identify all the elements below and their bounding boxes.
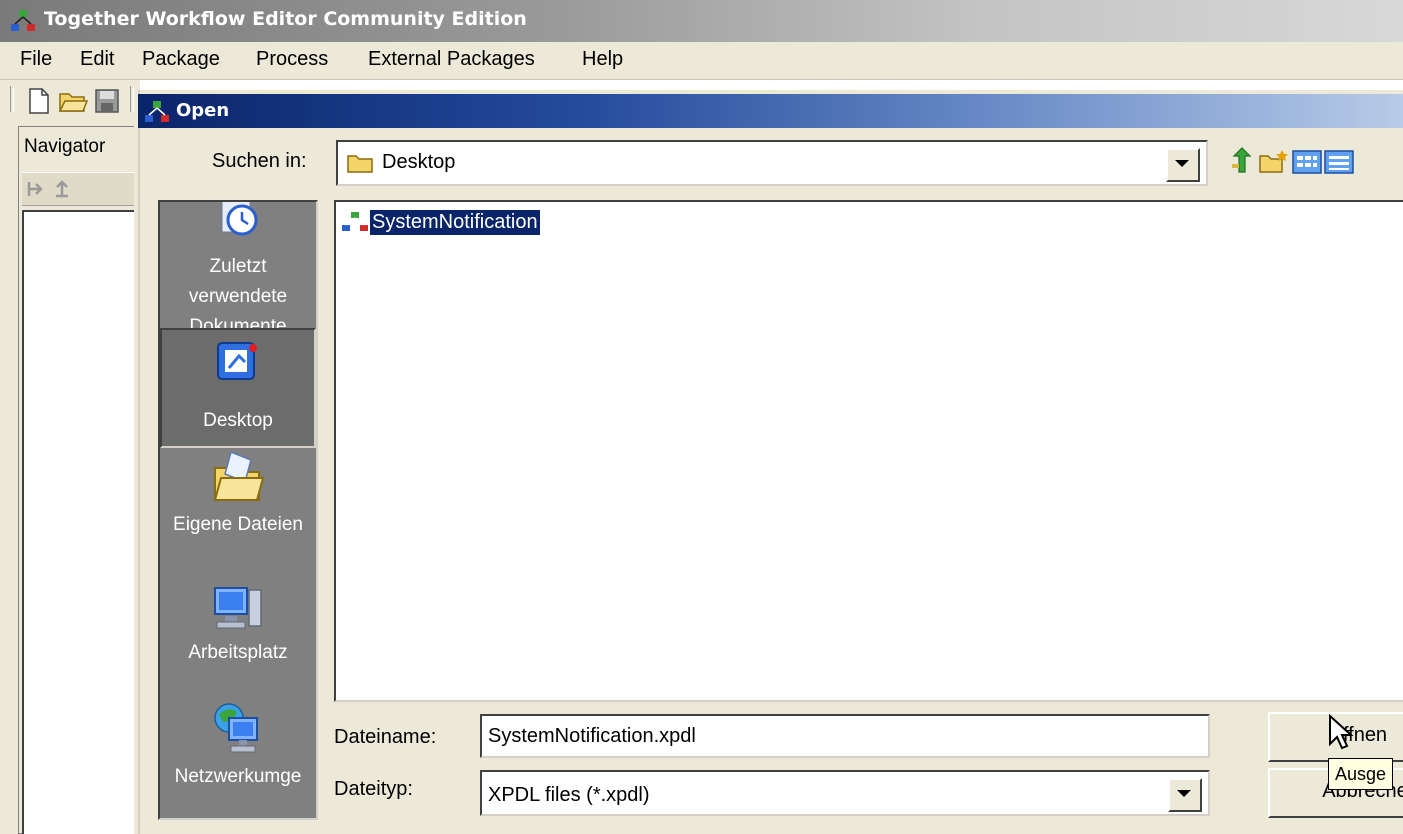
file-list[interactable]	[334, 200, 1403, 702]
toolbar-separator	[130, 86, 134, 112]
filetype-value: XPDL files (*.xpdl)	[488, 784, 650, 806]
filetype-label: Dateityp:	[334, 778, 413, 800]
up-icon[interactable]	[52, 179, 72, 199]
window-title: Together Workflow Editor Community Editi…	[44, 8, 527, 30]
place-desktop-label: Desktop	[203, 410, 273, 431]
up-folder-icon[interactable]	[1230, 146, 1254, 174]
menu-help[interactable]: Help	[582, 48, 623, 71]
list-view-icon[interactable]	[1292, 150, 1322, 174]
menu-process[interactable]: Process	[256, 48, 328, 71]
recent-documents-icon	[221, 202, 258, 236]
workflow-icon	[342, 212, 368, 231]
navigator-title: Navigator	[24, 136, 106, 157]
dialog-titlebar[interactable]	[138, 94, 1403, 128]
new-icon[interactable]	[28, 88, 50, 114]
details-view-icon[interactable]	[1324, 150, 1354, 174]
place-my-documents[interactable]: Eigene Dateien	[160, 448, 316, 578]
toolbar	[0, 80, 140, 122]
open-folder-icon[interactable]	[58, 88, 88, 114]
place-my-computer[interactable]: Arbeitsplatz	[160, 582, 316, 682]
menu-edit[interactable]: Edit	[80, 48, 114, 71]
places-bar: Zuletzt verwendete Dokumente Desktop Eig…	[158, 200, 318, 820]
dialog-title: Open	[176, 100, 230, 121]
look-in-combo[interactable]	[336, 140, 1208, 186]
menu-package[interactable]: Package	[142, 48, 220, 71]
navigator-tree[interactable]	[22, 210, 134, 834]
save-icon[interactable]	[94, 88, 120, 114]
look-in-value: Desktop	[382, 151, 456, 173]
file-name: SystemNotification	[370, 209, 540, 235]
chevron-down-icon[interactable]	[1168, 778, 1202, 812]
mouse-cursor-icon	[1329, 714, 1354, 750]
place-network-label: Netzwerkumge	[174, 766, 302, 787]
filename-label: Dateiname:	[334, 726, 437, 748]
network-icon	[214, 703, 258, 753]
place-network[interactable]: Netzwerkumge	[160, 700, 316, 818]
place-desktop[interactable]: Desktop	[160, 328, 316, 448]
place-recent[interactable]: Zuletzt verwendete Dokumente	[160, 202, 316, 337]
desktop-icon	[217, 342, 257, 380]
filename-input[interactable]	[480, 714, 1210, 758]
menu-file[interactable]: File	[20, 48, 52, 71]
chevron-down-icon[interactable]	[1166, 148, 1200, 182]
forward-icon[interactable]	[26, 179, 46, 199]
tooltip: Ausge	[1328, 758, 1394, 790]
place-my-documents-label: Eigene Dateien	[173, 514, 303, 535]
place-my-computer-label: Arbeitsplatz	[188, 642, 288, 663]
toolbar-grip	[10, 86, 14, 112]
navigator-toolbar	[22, 172, 134, 206]
folder-icon	[347, 155, 373, 173]
my-computer-icon	[214, 587, 262, 629]
dialog-toolbar	[1226, 142, 1356, 178]
new-folder-icon[interactable]	[1258, 148, 1288, 174]
dialog-icon	[145, 101, 169, 122]
menu-external-packages[interactable]: External Packages	[368, 48, 535, 71]
app-icon	[11, 10, 35, 31]
menu-bar: File Edit Package Process External Packa…	[0, 42, 1403, 80]
look-in-label: Suchen in:	[212, 150, 307, 172]
my-documents-icon	[213, 450, 265, 501]
file-item[interactable]: SystemNotification	[340, 206, 544, 238]
